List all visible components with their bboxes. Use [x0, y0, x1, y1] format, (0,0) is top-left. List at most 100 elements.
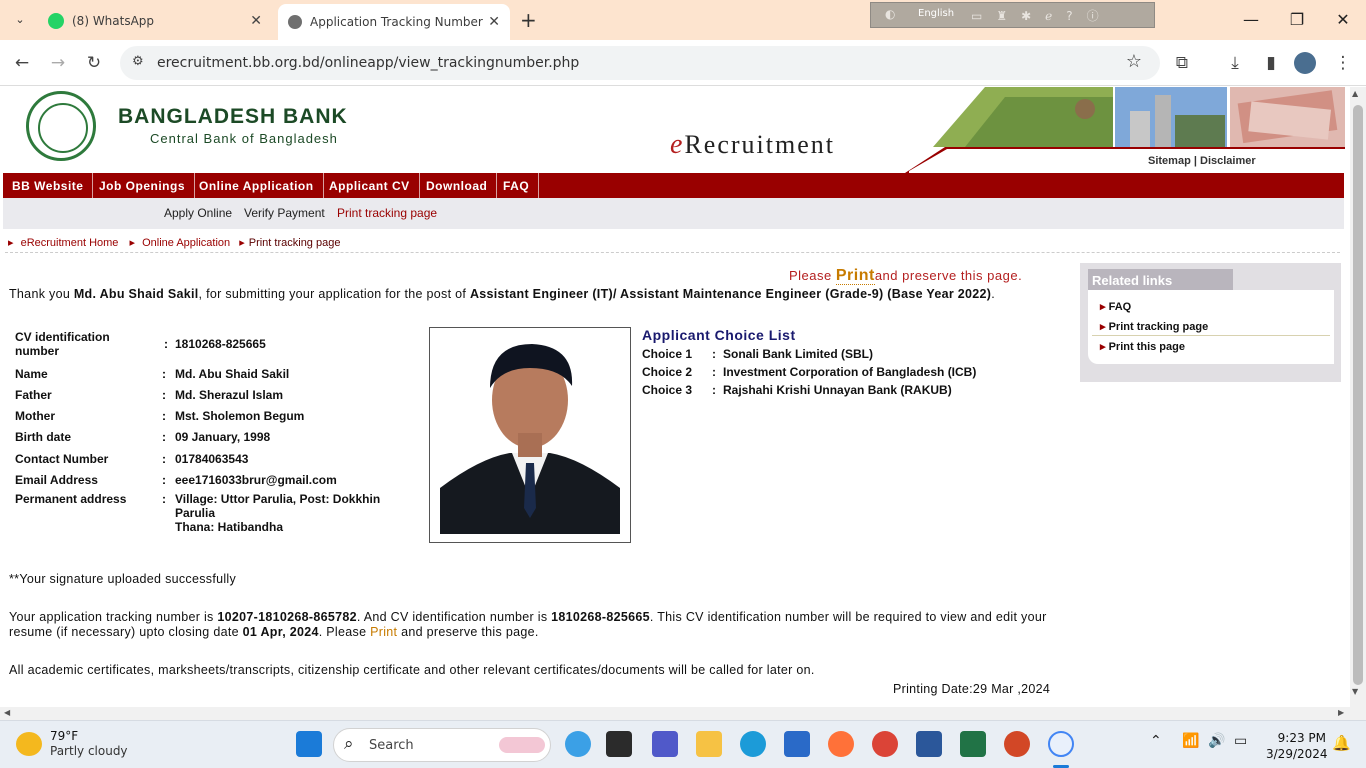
- applicant-portrait: [440, 338, 620, 534]
- related-link-print-page[interactable]: Print this page: [1100, 340, 1185, 353]
- new-tab-button[interactable]: +: [520, 8, 537, 32]
- minimize-button[interactable]: —: [1236, 8, 1266, 32]
- field-label-name: Name: [15, 367, 48, 381]
- forward-button[interactable]: →: [45, 50, 71, 76]
- submenu-print-tracking[interactable]: Print tracking page: [337, 206, 437, 220]
- vertical-scrollbar[interactable]: ▲ ▼: [1350, 87, 1366, 720]
- sitemap-link[interactable]: Sitemap: [1148, 155, 1191, 167]
- temperature: 79°F: [50, 729, 79, 743]
- back-button[interactable]: ←: [9, 50, 35, 76]
- clock[interactable]: 9:23 PM 3/29/2024: [1266, 730, 1328, 762]
- task-view-icon[interactable]: [606, 731, 632, 757]
- field-label-email: Email Address: [15, 473, 98, 487]
- notification-bell-icon[interactable]: 🔔: [1332, 734, 1351, 752]
- horizontal-scrollbar[interactable]: ◀ ▶: [0, 707, 1350, 720]
- related-link-print-tracking[interactable]: Print tracking page: [1100, 320, 1209, 333]
- browser-tab-strip: ⌄ (8) WhatsApp ✕ Application Tracking Nu…: [0, 0, 1366, 40]
- taskbar-search[interactable]: ⌕ Search: [333, 728, 551, 762]
- applicant-photo: [429, 327, 631, 543]
- weather-widget[interactable]: 79°F Partly cloudy: [50, 729, 128, 759]
- store-icon[interactable]: [784, 731, 810, 757]
- ime-language[interactable]: English: [918, 8, 954, 19]
- menu-faq[interactable]: FAQ: [494, 173, 540, 198]
- breadcrumb: ▸ eRecruitment Home ▸ Online Application…: [8, 237, 341, 249]
- download-icon[interactable]: ⤓: [1222, 50, 1248, 76]
- bangladesh-bank-logo: [26, 91, 96, 161]
- field-value-name: Md. Abu Shaid Sakil: [175, 367, 290, 381]
- ime-tool-icons[interactable]: ▭♜✱ℯ?ⓘ: [971, 7, 1113, 24]
- file-explorer-icon[interactable]: [696, 731, 722, 757]
- system-tray[interactable]: ⌃ 📶 🔊 ▭: [1150, 733, 1247, 749]
- tab-label: Application Tracking Number: [310, 15, 483, 29]
- restore-button[interactable]: ❐: [1282, 8, 1312, 32]
- clock-time: 9:23 PM: [1277, 731, 1326, 745]
- breadcrumb-home[interactable]: eRecruitment Home: [21, 237, 119, 249]
- tracking-number-message: Your application tracking number is 1020…: [9, 610, 1047, 639]
- url-text[interactable]: erecruitment.bb.org.bd/onlineapp/view_tr…: [157, 55, 579, 71]
- start-button[interactable]: [296, 731, 322, 757]
- side-panel-icon[interactable]: ▮: [1258, 50, 1284, 76]
- battery-icon[interactable]: ▭: [1234, 733, 1247, 749]
- menu-download[interactable]: Download: [417, 173, 498, 198]
- web-page: BANGLADESH BANK Central Bank of Banglade…: [0, 87, 1350, 707]
- site-info-icon[interactable]: ⚙: [132, 54, 144, 69]
- browser-toolbar: ← → ↻ ⚙ erecruitment.bb.org.bd/onlineapp…: [0, 40, 1366, 86]
- menu-applicant-cv[interactable]: Applicant CV: [320, 173, 420, 198]
- close-tab-icon[interactable]: ✕: [488, 14, 500, 30]
- whatsapp-icon: [48, 13, 64, 29]
- site-links: Sitemap | Disclaimer: [1148, 155, 1256, 167]
- reload-button[interactable]: ↻: [81, 50, 107, 76]
- choice-3: Choice 3: Rajshahi Krishi Unnayan Bank (R…: [642, 383, 952, 397]
- submenu-apply-online[interactable]: Apply Online: [164, 206, 232, 220]
- tracking-number: 10207-1810268-865782: [217, 610, 357, 624]
- breadcrumb-online-application[interactable]: Online Application: [142, 237, 230, 249]
- ime-icons: ◐: [885, 7, 910, 21]
- menu-bb-website[interactable]: BB Website: [3, 173, 94, 198]
- ime-toolbar[interactable]: English ◐ ▭♜✱ℯ?ⓘ: [870, 2, 1155, 28]
- globe-icon: [288, 15, 302, 29]
- copilot-icon[interactable]: [565, 731, 591, 757]
- menu-job-openings[interactable]: Job Openings: [90, 173, 196, 198]
- chrome-active-icon[interactable]: [1048, 731, 1074, 757]
- tab-search-button[interactable]: ⌄: [8, 8, 32, 32]
- field-label-address: Permanent address: [15, 492, 127, 506]
- chrome-icon[interactable]: [872, 731, 898, 757]
- please-print-notice: Please Printand preserve this page.: [789, 267, 1023, 285]
- print-link-inline[interactable]: Print: [370, 625, 397, 639]
- menu-online-application[interactable]: Online Application: [190, 173, 324, 198]
- close-window-button[interactable]: ✕: [1328, 8, 1358, 32]
- close-tab-icon[interactable]: ✕: [250, 13, 262, 29]
- printing-date: Printing Date:29 Mar ,2024: [893, 682, 1051, 696]
- related-links-heading: Related links: [1088, 269, 1233, 290]
- address-bar[interactable]: ⚙ erecruitment.bb.org.bd/onlineapp/view_…: [120, 46, 1160, 80]
- volume-icon[interactable]: 🔊: [1208, 733, 1225, 749]
- bookmark-star-icon[interactable]: ☆: [1126, 51, 1142, 72]
- bank-subtitle: Central Bank of Bangladesh: [150, 131, 338, 146]
- tab-whatsapp[interactable]: (8) WhatsApp ✕: [44, 6, 272, 36]
- chevron-up-icon[interactable]: ⌃: [1150, 733, 1162, 749]
- powerpoint-icon[interactable]: [1004, 731, 1030, 757]
- excel-icon[interactable]: [960, 731, 986, 757]
- main-menu-bar: BB Website Job Openings Online Applicati…: [3, 173, 1344, 198]
- tab-active[interactable]: Application Tracking Number ✕: [278, 4, 510, 40]
- menu-kebab-icon[interactable]: ⋮: [1330, 50, 1356, 76]
- submenu-verify-payment[interactable]: Verify Payment: [244, 206, 325, 220]
- disclaimer-link[interactable]: Disclaimer: [1200, 155, 1256, 167]
- firefox-icon[interactable]: [828, 731, 854, 757]
- bank-name: BANGLADESH BANK: [118, 105, 348, 128]
- divider: [5, 252, 1340, 253]
- print-link[interactable]: Print: [835, 267, 875, 285]
- weather-condition: Partly cloudy: [50, 744, 128, 758]
- word-icon[interactable]: [916, 731, 942, 757]
- thank-you-message: Thank you Md. Abu Shaid Sakil, for submi…: [9, 287, 996, 301]
- edge-icon[interactable]: [740, 731, 766, 757]
- field-label-birth-date: Birth date: [15, 430, 72, 444]
- teams-icon[interactable]: [652, 731, 678, 757]
- profile-avatar[interactable]: [1294, 52, 1316, 74]
- scrollbar-thumb[interactable]: [1353, 105, 1363, 685]
- extensions-icon[interactable]: ⧉: [1169, 50, 1195, 76]
- wifi-icon[interactable]: 📶: [1182, 733, 1199, 749]
- weather-icon[interactable]: [16, 732, 42, 756]
- related-link-faq[interactable]: FAQ: [1100, 300, 1132, 313]
- field-value-birth-date: 09 January, 1998: [175, 430, 271, 444]
